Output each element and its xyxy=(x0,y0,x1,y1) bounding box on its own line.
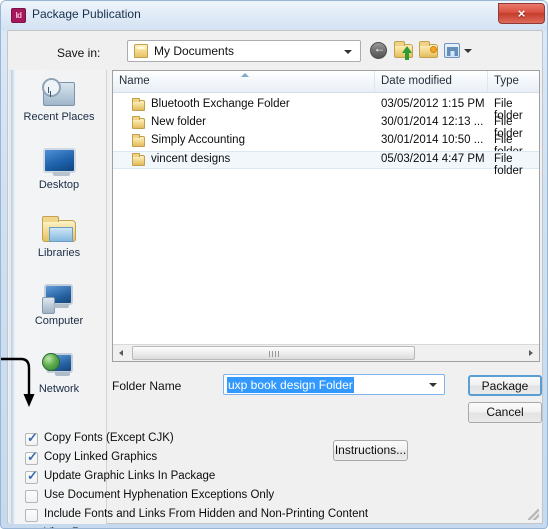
checkbox-label: Copy Linked Graphics xyxy=(44,451,158,463)
checkbox-label: Use Document Hyphenation Exceptions Only xyxy=(44,489,275,501)
file-date: 30/01/2014 10:50 ... xyxy=(381,134,484,146)
place-label: Libraries xyxy=(37,247,81,259)
views-button[interactable] xyxy=(443,40,475,61)
checkbox-icon xyxy=(25,509,38,522)
cancel-button[interactable]: Cancel xyxy=(468,402,542,423)
checkbox-icon xyxy=(25,468,38,484)
column-header-row: Name Date modified Type xyxy=(113,71,539,93)
checkbox-label: Update Graphic Links In Package xyxy=(44,470,216,482)
folder-icon xyxy=(132,134,145,147)
chevron-down-icon[interactable] xyxy=(429,383,437,387)
save-in-value: My Documents xyxy=(154,44,235,58)
file-name: New folder xyxy=(151,116,206,128)
file-list-pane: Name Date modified Type Bluetooth Exchan… xyxy=(112,70,540,362)
scroll-right-button[interactable] xyxy=(522,345,539,361)
computer-icon xyxy=(40,280,78,314)
back-arrow-icon xyxy=(370,41,388,59)
network-icon xyxy=(40,348,78,382)
checkbox-icon xyxy=(25,490,38,503)
file-date: 03/05/2012 1:15 PM xyxy=(381,98,485,110)
place-label: Recent Places xyxy=(23,111,95,123)
save-in-label: Save in: xyxy=(57,46,101,60)
folder-name-value: uxp book design Folder xyxy=(227,377,354,393)
place-libraries[interactable]: Libraries xyxy=(17,212,101,270)
place-label: Computer xyxy=(34,315,84,327)
checkbox-icon xyxy=(25,449,38,465)
close-icon: × xyxy=(517,6,526,21)
indesign-id-icon: Id xyxy=(11,8,26,23)
recent-places-icon xyxy=(40,76,78,110)
folder-name-label: Folder Name xyxy=(112,379,182,393)
folder-icon xyxy=(132,116,145,129)
libraries-icon xyxy=(40,212,78,246)
checkbox-icon xyxy=(25,430,38,446)
file-date: 30/01/2014 12:13 ... xyxy=(381,116,484,128)
folder-name-input[interactable]: uxp book design Folder xyxy=(223,374,445,395)
resize-grip[interactable] xyxy=(528,509,539,520)
table-row[interactable]: Simply Accounting 30/01/2014 10:50 ... F… xyxy=(113,133,539,158)
column-header-date-modified[interactable]: Date modified xyxy=(375,71,488,92)
scroll-left-button[interactable] xyxy=(113,345,130,361)
folder-icon xyxy=(132,98,145,111)
place-recent-places[interactable]: Recent Places xyxy=(17,76,101,134)
place-computer[interactable]: Computer xyxy=(17,280,101,338)
place-network[interactable]: Network xyxy=(17,348,101,406)
up-one-level-button[interactable] xyxy=(393,40,415,61)
create-new-folder-button[interactable] xyxy=(418,40,440,61)
file-name: vincent designs xyxy=(151,153,231,165)
checkbox-label: Copy Fonts (Except CJK) xyxy=(44,432,174,444)
place-label: Network xyxy=(38,383,80,395)
place-desktop[interactable]: Desktop xyxy=(17,144,101,202)
package-publication-dialog: Id Package Publication × Save in: My Doc… xyxy=(0,0,548,529)
chevron-down-icon xyxy=(464,49,472,53)
table-row-selected[interactable]: vincent designs 05/03/2014 4:47 PM File … xyxy=(113,151,539,177)
dialog-body: Save in: My Documents Recent Places xyxy=(7,30,543,528)
save-in-combobox[interactable]: My Documents xyxy=(127,40,361,62)
folder-icon xyxy=(132,153,145,166)
horizontal-scrollbar[interactable] xyxy=(113,344,539,361)
folder-icon xyxy=(134,44,148,58)
sort-ascending-icon xyxy=(241,73,249,77)
file-date: 05/03/2014 4:47 PM xyxy=(381,153,485,165)
up-folder-icon xyxy=(394,41,413,60)
column-header-type[interactable]: Type xyxy=(488,71,541,92)
package-button[interactable]: Package xyxy=(468,375,542,396)
window-title: Package Publication xyxy=(32,7,141,21)
checkbox-label: Include Fonts and Links From Hidden and … xyxy=(44,508,369,520)
desktop-icon xyxy=(40,144,78,178)
scrollbar-thumb[interactable] xyxy=(132,346,415,360)
instructions-button[interactable]: Instructions... xyxy=(333,440,408,461)
table-row[interactable]: New folder 30/01/2014 12:13 ... File fol… xyxy=(113,115,539,140)
file-name: Bluetooth Exchange Folder xyxy=(151,98,290,110)
back-button[interactable] xyxy=(368,40,390,61)
views-grid-icon xyxy=(444,43,460,58)
place-label: Desktop xyxy=(38,179,80,191)
close-button[interactable]: × xyxy=(498,3,545,24)
title-bar: Id Package Publication × xyxy=(1,1,547,30)
chevron-down-icon xyxy=(344,50,352,54)
table-row[interactable]: Bluetooth Exchange Folder 03/05/2012 1:1… xyxy=(113,97,539,122)
new-folder-icon xyxy=(419,41,438,58)
file-name: Simply Accounting xyxy=(151,134,245,146)
file-type: File folder xyxy=(494,153,523,177)
